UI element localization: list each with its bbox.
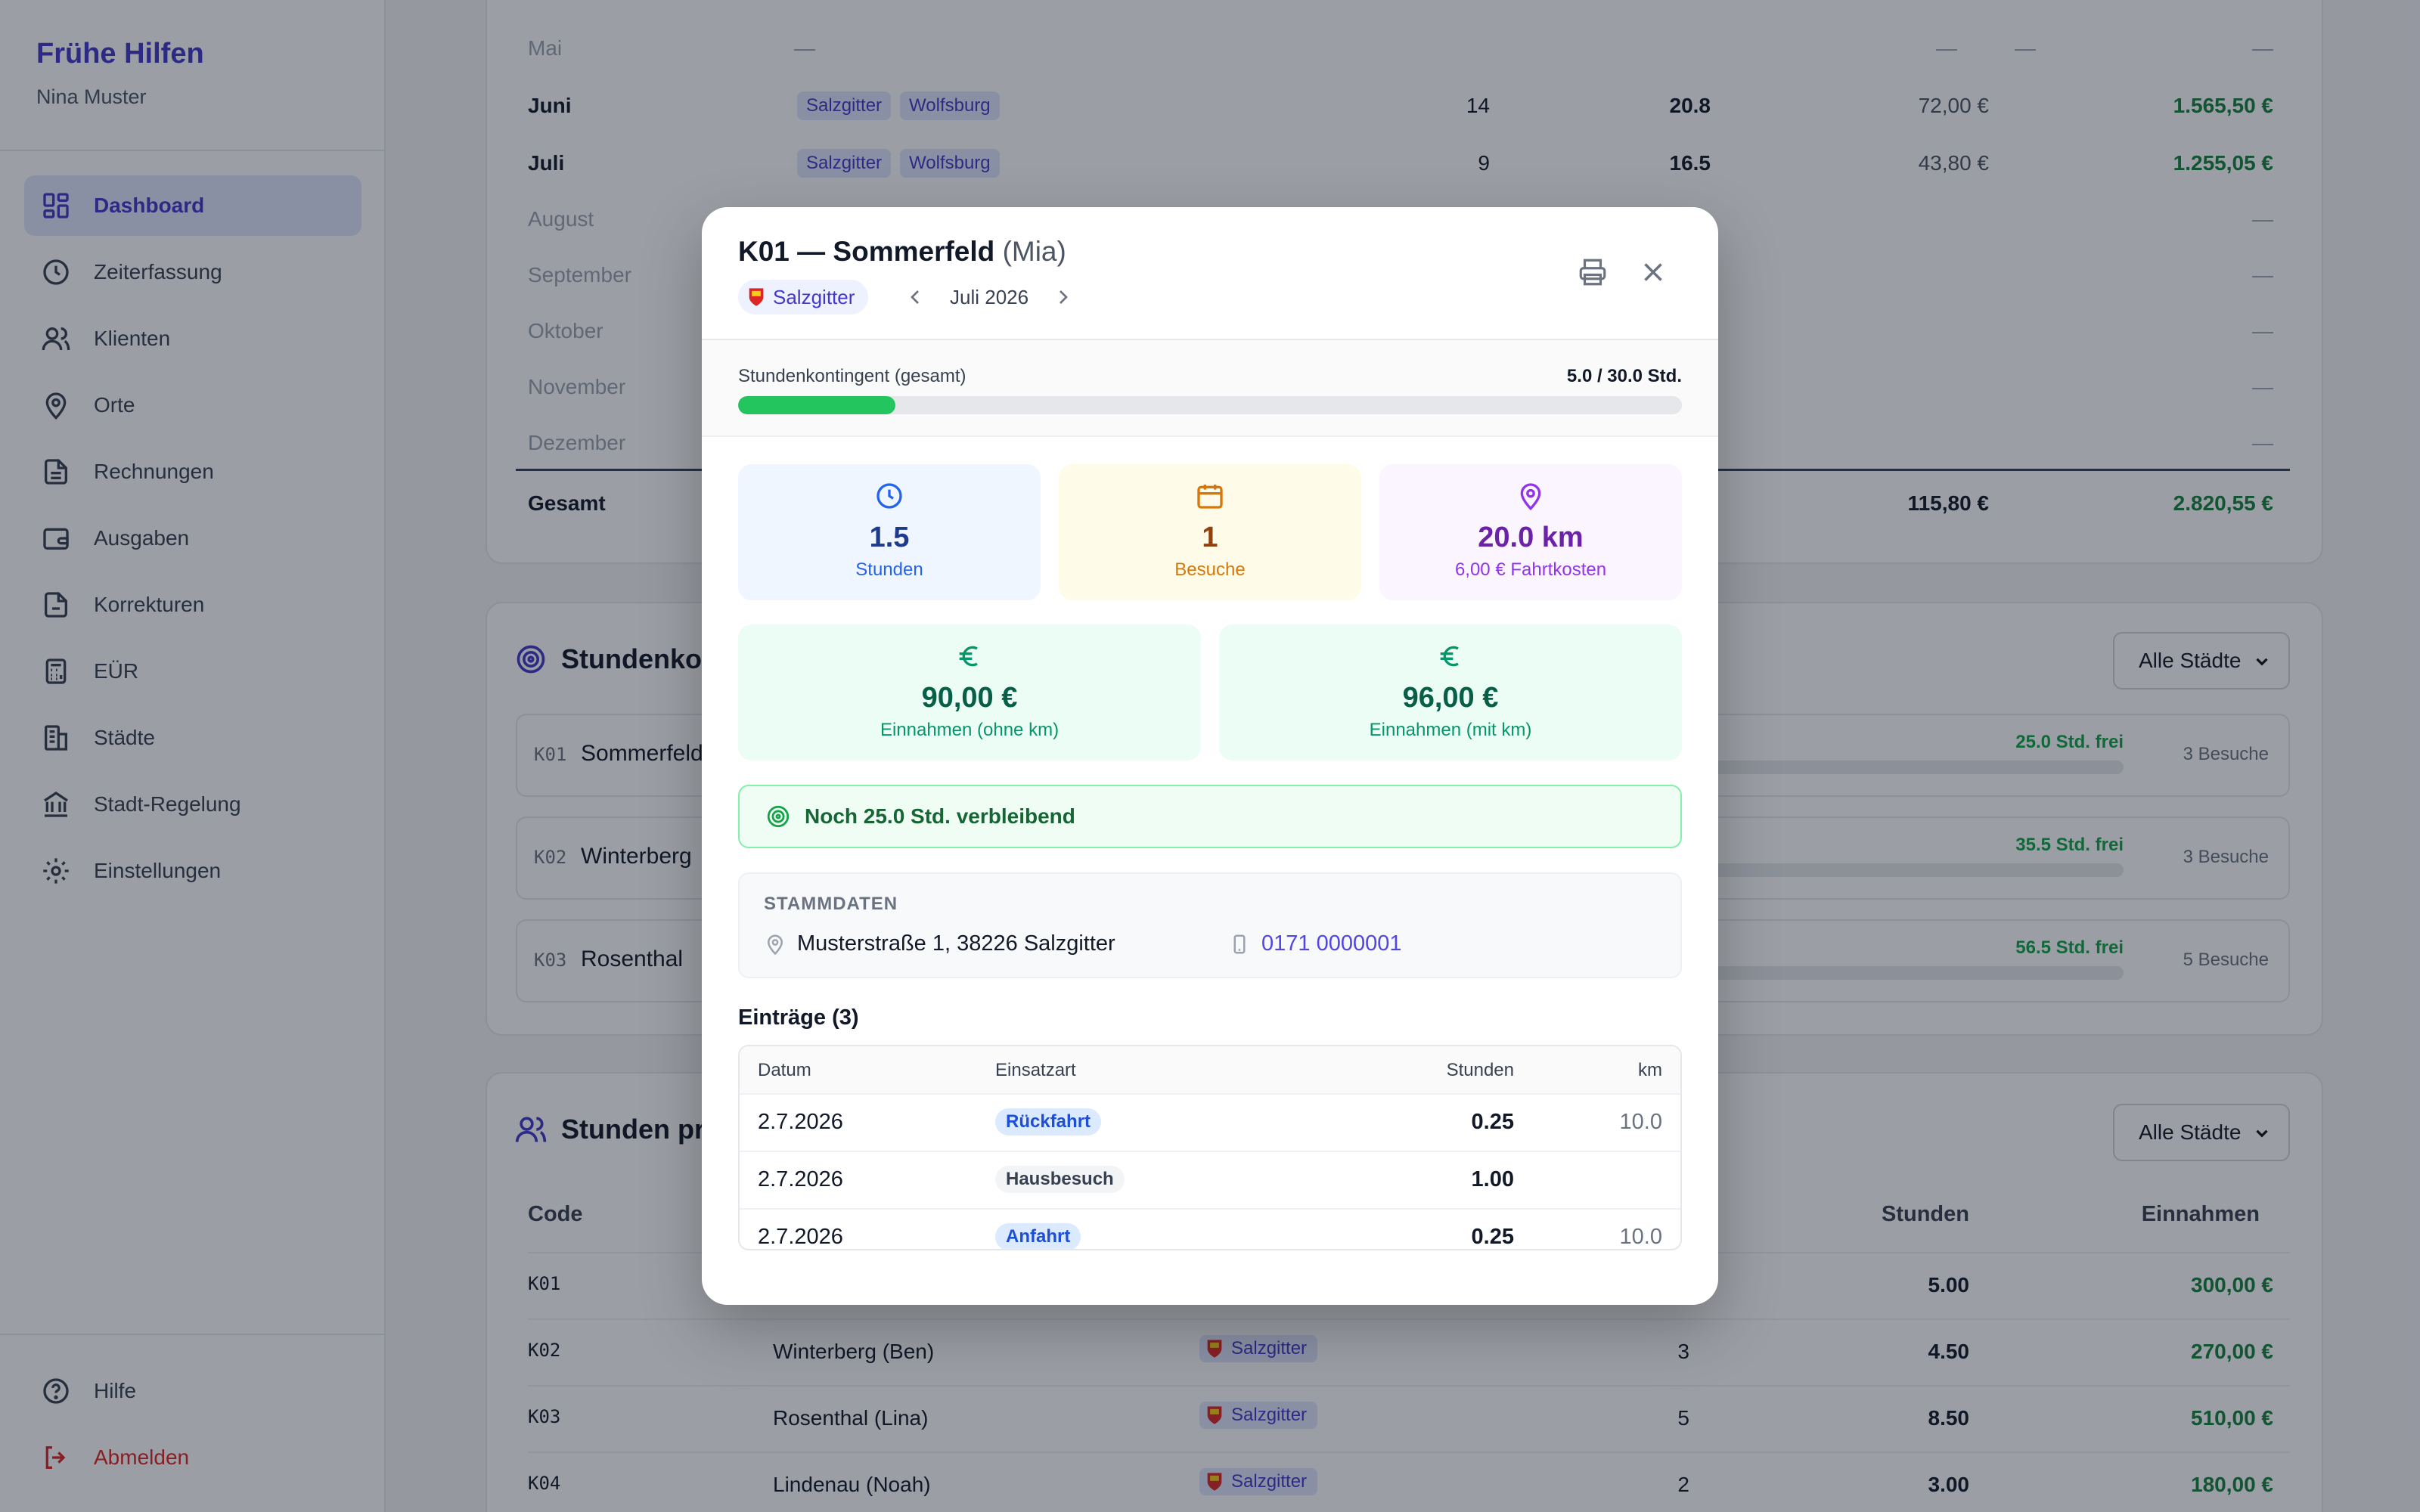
distance-stat-value: 20.0 km bbox=[1478, 522, 1584, 553]
chevron-left-icon[interactable] bbox=[903, 285, 927, 309]
col-km: km bbox=[1638, 1060, 1662, 1080]
modal-title-text: K01 — Sommerfeld bbox=[738, 236, 995, 267]
entry-type-badge: Anfahrt bbox=[995, 1223, 1081, 1249]
col-date: Datum bbox=[758, 1060, 811, 1080]
current-month: Juli 2026 bbox=[950, 285, 1029, 308]
remaining-hours-banner: Noch 25.0 Std. verbleibend bbox=[738, 785, 1682, 848]
entry-km: 10.0 bbox=[1619, 1225, 1662, 1249]
city-badge: Salzgitter bbox=[738, 280, 869, 314]
city-crest-icon bbox=[749, 288, 764, 306]
euro-icon bbox=[1440, 646, 1459, 667]
printer-icon bbox=[1579, 259, 1606, 286]
quota-progress-fill bbox=[738, 396, 896, 414]
entries-table: Datum Einsatzart Stunden km 2.7.2026 Rüc… bbox=[738, 1045, 1682, 1250]
col-type: Einsatzart bbox=[995, 1060, 1076, 1080]
calendar-icon bbox=[1197, 485, 1223, 509]
quota-label: Stundenkontingent (gesamt) bbox=[738, 366, 966, 386]
phone-link[interactable]: 0171 0000001 bbox=[1261, 931, 1401, 956]
print-button[interactable] bbox=[1571, 251, 1614, 293]
quota-value: 5.0 / 30.0 Std. bbox=[1566, 366, 1682, 386]
client-detail-modal: K01 — Sommerfeld (Mia) Salzgitter Juli 2… bbox=[702, 207, 1718, 1305]
address-row: Musterstraße 1, 38226 Salzgitter bbox=[764, 931, 1115, 956]
month-navigator: Juli 2026 bbox=[903, 280, 1075, 314]
target-icon bbox=[767, 805, 790, 828]
income-with-km-value: 96,00 € bbox=[1402, 682, 1499, 714]
address-text: Musterstraße 1, 38226 Salzgitter bbox=[797, 931, 1115, 956]
modal-header: K01 — Sommerfeld (Mia) Salzgitter Juli 2… bbox=[702, 207, 1718, 340]
entry-hours: 1.00 bbox=[1471, 1167, 1514, 1191]
quota-progress-bar bbox=[738, 396, 1682, 414]
map-pin-icon bbox=[767, 934, 783, 955]
income-with-km-stat: 96,00 € Einnahmen (mit km) bbox=[1219, 624, 1682, 761]
visits-stat-value: 1 bbox=[1202, 522, 1218, 553]
entry-date: 2.7.2026 bbox=[758, 1225, 843, 1249]
entry-km: 10.0 bbox=[1619, 1110, 1662, 1134]
entry-row[interactable]: 2.7.2026 Rückfahrt 0.25 10.0 bbox=[740, 1095, 1680, 1152]
entry-type-badge: Hausbesuch bbox=[995, 1166, 1125, 1193]
income-with-km-label: Einnahmen (mit km) bbox=[1369, 720, 1532, 740]
hours-stat-label: Stunden bbox=[855, 559, 923, 580]
entry-date: 2.7.2026 bbox=[758, 1110, 843, 1134]
entry-type-badge: Rückfahrt bbox=[995, 1108, 1102, 1136]
modal-title: K01 — Sommerfeld (Mia) bbox=[738, 236, 1066, 268]
close-button[interactable] bbox=[1632, 251, 1674, 293]
entry-hours: 0.25 bbox=[1471, 1110, 1514, 1134]
col-hours: Stunden bbox=[1446, 1060, 1514, 1080]
income-without-km-label: Einnahmen (ohne km) bbox=[880, 720, 1060, 740]
income-without-km-stat: 90,00 € Einnahmen (ohne km) bbox=[738, 624, 1201, 761]
phone-icon bbox=[1233, 934, 1246, 953]
chevron-right-icon[interactable] bbox=[1051, 285, 1075, 309]
city-badge-label: Salzgitter bbox=[773, 285, 855, 308]
entry-date: 2.7.2026 bbox=[758, 1167, 843, 1191]
entries-table-header: Datum Einsatzart Stunden km bbox=[740, 1046, 1680, 1095]
stammdaten-panel: STAMMDATEN Musterstraße 1, 38226 Salzgit… bbox=[738, 872, 1682, 978]
entry-hours: 0.25 bbox=[1471, 1225, 1514, 1249]
phone-row: 0171 0000001 bbox=[1228, 931, 1401, 956]
euro-icon bbox=[959, 646, 978, 667]
stammdaten-title: STAMMDATEN bbox=[764, 894, 898, 914]
remaining-hours-text: Noch 25.0 Std. verbleibend bbox=[805, 804, 1075, 828]
visits-stat: 1 Besuche bbox=[1059, 464, 1361, 600]
clock-icon bbox=[876, 483, 902, 509]
close-icon bbox=[1644, 263, 1662, 281]
entries-title: Einträge (3) bbox=[738, 1005, 859, 1030]
hours-stat-value: 1.5 bbox=[869, 522, 910, 553]
quota-panel: Stundenkontingent (gesamt) 5.0 / 30.0 St… bbox=[702, 340, 1718, 437]
entry-row[interactable]: 2.7.2026 Anfahrt 0.25 10.0 bbox=[740, 1210, 1680, 1249]
hours-stat: 1.5 Stunden bbox=[738, 464, 1041, 600]
distance-stat: 20.0 km 6,00 € Fahrtkosten bbox=[1379, 464, 1682, 600]
entry-row[interactable]: 2.7.2026 Hausbesuch 1.00 bbox=[740, 1152, 1680, 1210]
income-without-km-value: 90,00 € bbox=[921, 682, 1018, 714]
visits-stat-label: Besuche bbox=[1174, 559, 1246, 580]
map-pin-icon bbox=[1520, 483, 1541, 511]
modal-title-alias: (Mia) bbox=[1002, 236, 1066, 267]
distance-stat-label: 6,00 € Fahrtkosten bbox=[1454, 559, 1607, 580]
